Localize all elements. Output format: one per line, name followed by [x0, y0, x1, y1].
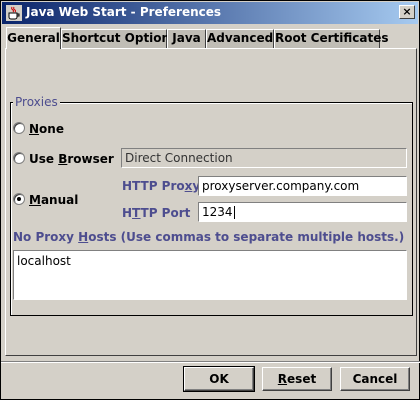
no-proxy-hosts-label: No Proxy Hosts (Use commas to separate m…	[13, 230, 405, 244]
http-proxy-input[interactable]: proxyserver.company.com	[198, 176, 407, 196]
close-icon: ×	[402, 5, 412, 18]
tab-advanced[interactable]: Advanced	[206, 29, 274, 48]
http-proxy-label: HTTP Proxy	[122, 179, 201, 193]
close-button[interactable]: ×	[399, 5, 415, 19]
http-port-input[interactable]: 1234	[198, 202, 407, 222]
java-cup-icon	[6, 5, 22, 21]
reset-button[interactable]: Reset	[262, 367, 332, 391]
title-bar[interactable]: Java Web Start - Preferences ×	[2, 2, 418, 24]
preferences-window: Java Web Start - Preferences × General S…	[0, 0, 420, 400]
radio-manual[interactable]: Manual	[13, 192, 78, 208]
tab-label: Java	[172, 31, 201, 45]
radio-button-selected[interactable]	[13, 192, 25, 205]
http-port-value: 1234	[202, 205, 233, 219]
radio-none[interactable]: None	[13, 121, 64, 137]
radio-button[interactable]	[13, 121, 25, 134]
tab-label: Root Certificates	[275, 31, 389, 45]
tab-shortcut-options[interactable]: Shortcut Options	[61, 29, 177, 48]
tab-label: Advanced	[207, 31, 274, 45]
tab-general[interactable]: General	[6, 27, 61, 49]
window-title: Java Web Start - Preferences	[26, 5, 222, 19]
browser-proxy-display: Direct Connection	[121, 148, 407, 168]
radio-use-browser-label: Use Browser	[29, 151, 114, 166]
radio-button[interactable]	[13, 151, 25, 164]
radio-manual-label: Manual	[29, 192, 79, 207]
no-proxy-hosts-textarea[interactable]: localhost	[13, 250, 407, 300]
http-port-label: HTTP Port	[122, 206, 191, 220]
proxies-group-title: Proxies	[13, 95, 60, 109]
text-caret	[233, 206, 235, 219]
tab-label: General	[7, 31, 60, 45]
tab-root-certificates[interactable]: Root Certificates	[274, 29, 388, 48]
ok-button[interactable]: OK	[183, 366, 255, 392]
cancel-button[interactable]: Cancel	[340, 367, 410, 391]
radio-none-label: None	[29, 121, 64, 136]
radio-use-browser[interactable]: Use Browser	[13, 151, 114, 167]
tab-java[interactable]: Java	[167, 29, 206, 48]
tab-label: Shortcut Options	[62, 31, 178, 45]
footer-separator	[1, 361, 420, 363]
